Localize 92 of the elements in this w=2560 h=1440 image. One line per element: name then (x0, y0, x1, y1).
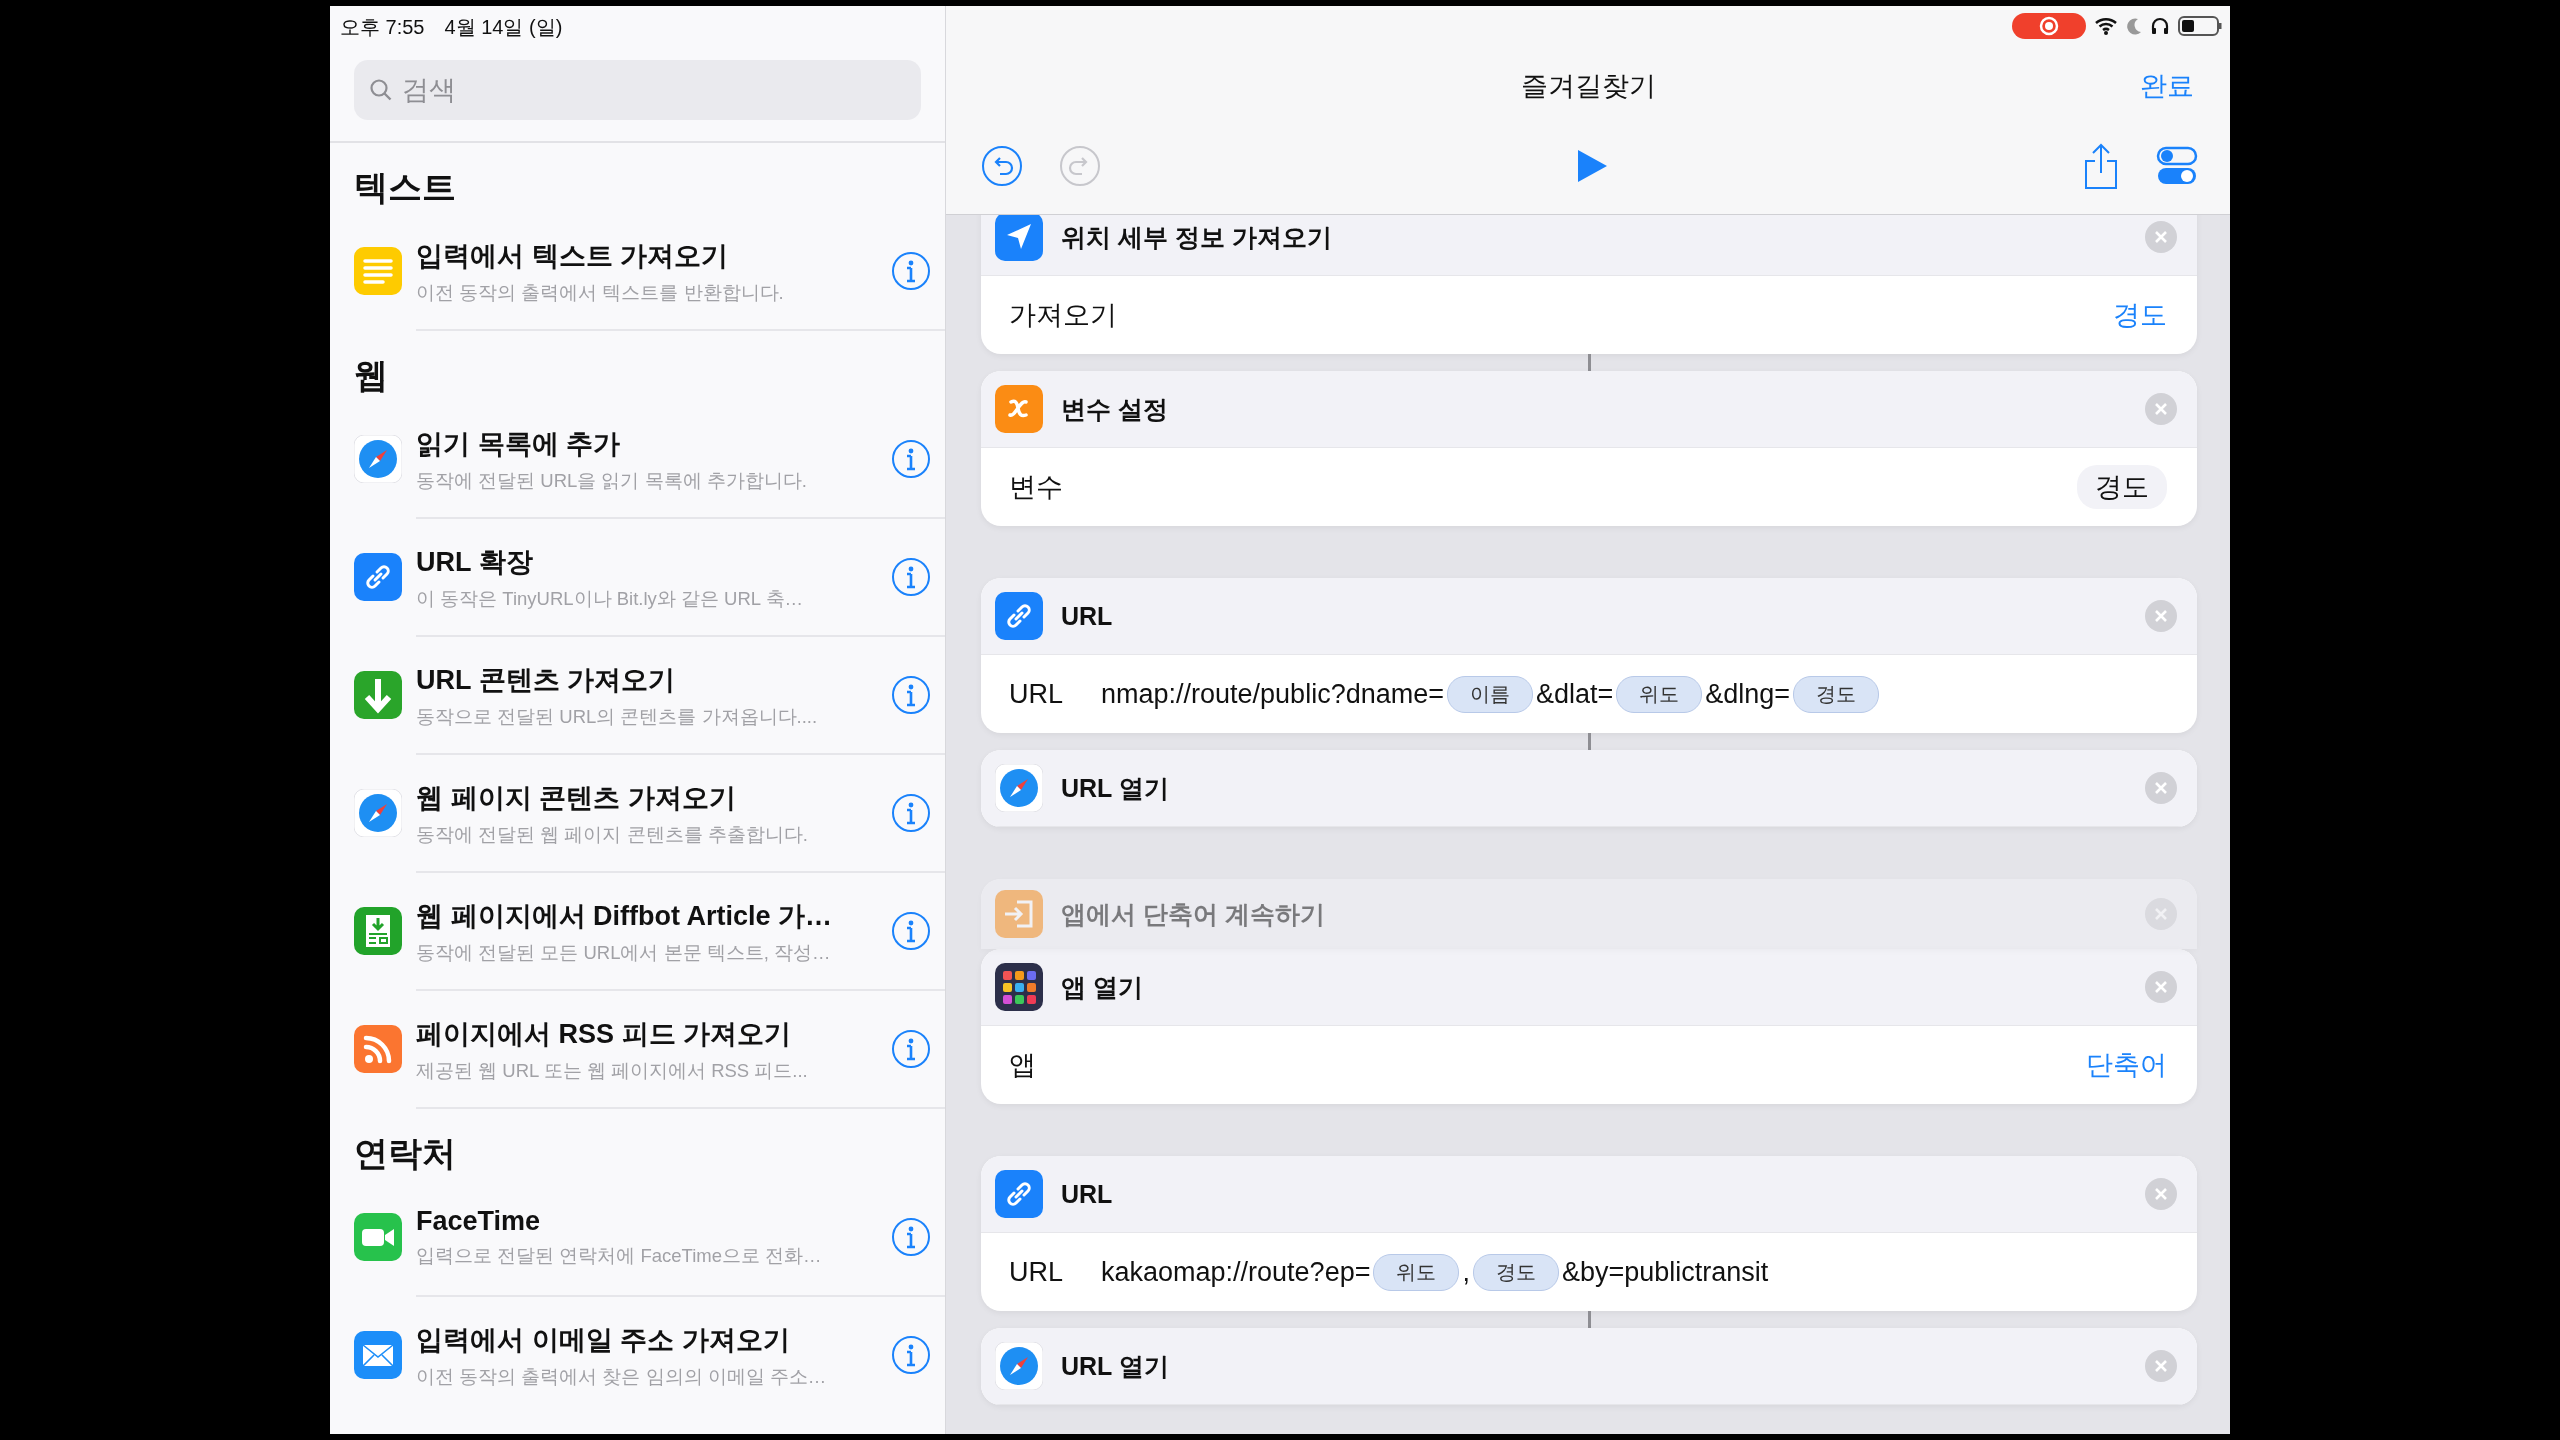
action-title[interactable]: 웹 페이지에서 Diffbot Article 가… (416, 897, 887, 934)
section-heading: 연락처 (354, 1133, 457, 1174)
action-card[interactable]: 앱에서 단축어 계속하기 (981, 879, 2197, 949)
action-title[interactable]: URL 확장 (416, 543, 887, 580)
url-text: &dlat= (1536, 678, 1614, 710)
link-icon (995, 592, 1043, 640)
notes-icon (354, 247, 402, 295)
variable-token[interactable]: 위도 (1373, 1253, 1460, 1291)
search-field[interactable]: 검색 (354, 60, 921, 120)
wifi-icon (2094, 16, 2118, 36)
action-card[interactable]: URL URL kakaomap://route?ep= 위도 , 경도 &by=publictransit (981, 1156, 2197, 1311)
envelope-icon (354, 1331, 402, 1379)
action-title: 앱 열기 (1061, 971, 1144, 1003)
action-description: 동작으로 전달된 URL의 콘텐츠를 가져옵니다.... (416, 704, 819, 729)
action-title[interactable]: 웹 페이지 콘텐츠 가져오기 (416, 779, 887, 816)
action-title[interactable]: 입력에서 이메일 주소 가져오기 (416, 1321, 887, 1358)
info-icon[interactable] (891, 793, 931, 833)
variable-icon (995, 385, 1043, 433)
battery-icon (2178, 15, 2224, 37)
info-icon[interactable] (891, 1335, 931, 1375)
compass-icon (354, 435, 402, 483)
action-description: 입력으로 전달된 연락처에 FaceTime으로 전화… (416, 1244, 823, 1268)
action-title: URL (1061, 601, 1114, 631)
headphones-icon (2150, 16, 2170, 36)
undo-icon[interactable] (981, 145, 1023, 187)
action-description: 이전 동작의 출력에서 텍스트를 반환합니다. (416, 280, 785, 305)
compass-icon (354, 789, 402, 837)
action-title: URL 열기 (1061, 772, 1170, 804)
action-title: 위치 세부 정보 가져오기 (1061, 221, 1333, 253)
url-text: kakaomap://route?ep= (1101, 1256, 1371, 1288)
rss-icon (354, 1025, 402, 1073)
shortcut-title: 즐겨길찾기 (1520, 70, 1656, 103)
info-icon[interactable] (891, 911, 931, 951)
app-grid-icon (995, 963, 1043, 1011)
action-description: 동작에 전달된 모든 URL에서 본문 텍스트, 작성… (416, 940, 832, 965)
variable-token[interactable]: 이름 (1447, 675, 1533, 713)
info-icon[interactable] (891, 557, 931, 597)
status-date: 4월 14일 (일) (444, 14, 563, 40)
action-description: 동작에 전달된 웹 페이지 콘텐츠를 추출합니다. (416, 822, 809, 847)
action-card[interactable]: 위치 세부 정보 가져오기 가져오기 경도 (981, 215, 2197, 354)
info-icon[interactable] (891, 439, 931, 479)
variable-token[interactable]: 경도 (1472, 1253, 1559, 1291)
action-description: 동작에 전달된 URL을 읽기 목록에 추가합니다. (416, 468, 808, 493)
action-title[interactable]: 페이지에서 RSS 피드 가져오기 (416, 1015, 887, 1052)
action-card[interactable]: 앱 열기 앱 단축어 (981, 949, 2197, 1104)
action-description: 이전 동작의 출력에서 찾은 임의의 이메일 주소… (416, 1364, 828, 1389)
action-title: 앱에서 단축어 계속하기 (1061, 898, 1326, 930)
action-title: URL 열기 (1061, 1350, 1170, 1382)
action-title[interactable]: URL 콘텐츠 가져오기 (416, 661, 887, 698)
action-description: 제공된 웹 URL 또는 웹 페이지에서 RSS 피드... (416, 1058, 809, 1083)
video-camera-icon (354, 1213, 402, 1261)
url-text: &dlng= (1705, 678, 1791, 710)
url-text: &by=publictransit (1561, 1256, 1769, 1288)
compass-icon (995, 1342, 1043, 1390)
link-icon (354, 553, 402, 601)
url-text: nmap://route/public?dname= (1101, 678, 1444, 710)
link-icon (995, 1170, 1043, 1218)
url-text: , (1462, 1256, 1470, 1288)
settings-toggle-icon[interactable] (2156, 145, 2198, 187)
section-heading: 텍스트 (354, 167, 457, 208)
action-card[interactable]: URL URL nmap://route/public?dname= 이름 &dlat= 위도 &dlng= 경도 (981, 578, 2197, 733)
action-title: 변수 설정 (1061, 393, 1169, 425)
action-title[interactable]: 읽기 목록에 추가 (416, 425, 887, 462)
parameter-value[interactable]: 단축어 (2086, 1047, 2167, 1083)
action-title[interactable]: FaceTime (416, 1206, 887, 1237)
parameter-label: 앱 (1009, 1049, 1037, 1082)
action-description: 이 동작은 TinyURL이나 Bit.ly와 같은 URL 축… (416, 586, 805, 611)
action-title: URL (1061, 1179, 1114, 1209)
parameter-label: URL (1009, 678, 1064, 710)
info-icon[interactable] (891, 1217, 931, 1257)
section-heading: 웹 (354, 355, 389, 396)
variable-token[interactable]: 경도 (1793, 675, 1880, 713)
status-time: 오후 7:55 (340, 14, 425, 40)
info-icon[interactable] (891, 1029, 931, 1069)
action-card[interactable]: URL 열기 (981, 750, 2197, 827)
parameter-value[interactable]: 경도 (2113, 297, 2167, 333)
action-card[interactable]: 변수 설정 변수 경도 (981, 371, 2197, 526)
moon-icon (2126, 16, 2142, 36)
parameter-label: 가져오기 (1009, 299, 1117, 332)
download-icon (354, 671, 402, 719)
enter-icon (995, 890, 1043, 938)
action-title[interactable]: 입력에서 텍스트 가져오기 (416, 237, 887, 274)
share-icon[interactable] (2082, 142, 2120, 190)
compass-icon (995, 764, 1043, 812)
parameter-label: 변수 (1009, 471, 1064, 504)
document-icon (354, 907, 402, 955)
parameter-label: URL (1009, 1256, 1064, 1288)
variable-token[interactable]: 위도 (1616, 675, 1703, 713)
variable-token[interactable]: 경도 (2077, 465, 2167, 509)
info-icon[interactable] (891, 251, 931, 291)
action-card[interactable]: URL 열기 (981, 1328, 2197, 1405)
info-icon[interactable] (891, 675, 931, 715)
